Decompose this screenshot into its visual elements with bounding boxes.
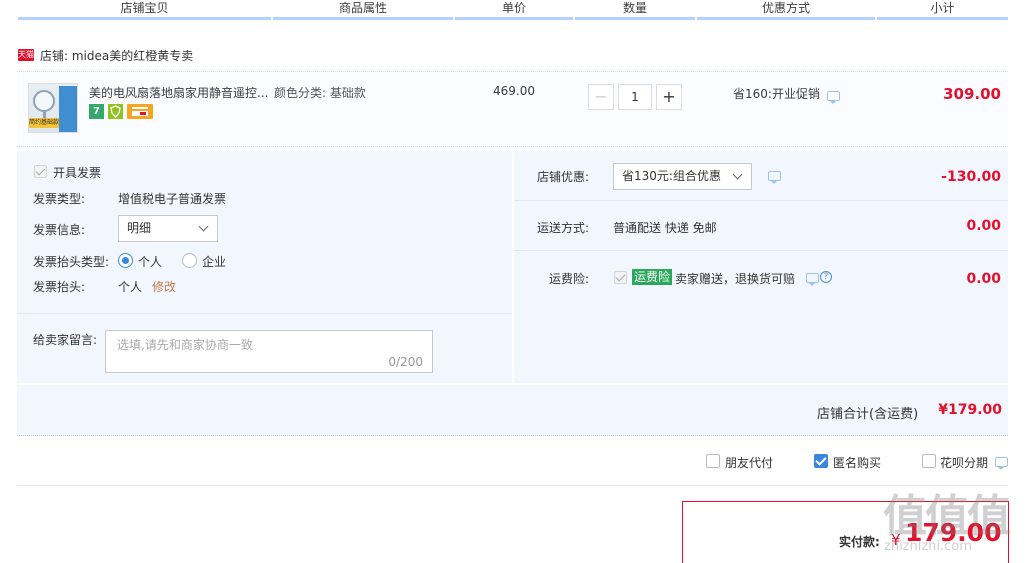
- thumbnail-side-panel: [59, 86, 77, 132]
- qty-plus-button[interactable]: +: [656, 84, 682, 110]
- store-total-label: 店铺合计(含运费): [817, 407, 919, 422]
- item-subtotal: 309.00: [943, 85, 1001, 103]
- shop-discount-select[interactable]: 省130元:组合优惠: [613, 163, 752, 190]
- column-header-quantity: 数量: [575, 0, 695, 20]
- column-header-item: 店铺宝贝: [18, 0, 271, 20]
- column-header-subtotal: 小计: [877, 0, 1008, 20]
- product-title-link[interactable]: 美的电风扇落地扇家用静音遥控...: [89, 84, 269, 101]
- shop-discount-amount: -130.00: [941, 169, 1001, 185]
- qty-minus-button[interactable]: −: [588, 84, 614, 110]
- chevron-down-icon: [198, 221, 209, 232]
- seven-day-return-icon[interactable]: 7: [89, 104, 104, 119]
- huabei-checkbox[interactable]: [922, 454, 936, 468]
- item-row: [17, 71, 1008, 147]
- freight-insurance-amount: 0.00: [966, 271, 1001, 287]
- watermark-url: zhizhizhi.com: [884, 539, 972, 554]
- watermark-logo: 值值值: [883, 491, 1011, 542]
- guarantee-shield-icon[interactable]: [108, 104, 123, 119]
- divider: [17, 485, 1008, 486]
- product-attribute: 颜色分类: 基础款: [274, 86, 366, 100]
- message-counter: 0/200: [388, 355, 423, 369]
- freight-insurance-checkbox[interactable]: [614, 271, 627, 284]
- quantity-stepper: − 1 +: [588, 84, 682, 110]
- invoice-type-value: 增值税电子普通发票: [118, 192, 227, 206]
- shipping-value: 普通配送 快递 免邮: [613, 221, 717, 235]
- column-header-price: 单价: [455, 0, 573, 20]
- shop-discount-value: 省130元:组合优惠: [622, 169, 721, 183]
- radio-personal-label[interactable]: 个人: [138, 253, 162, 270]
- divider: [514, 250, 1008, 251]
- invoice-checkbox[interactable]: [34, 165, 47, 178]
- tmall-badge-icon: 天猫: [18, 49, 34, 61]
- item-discount: 省160:开业促销: [733, 87, 820, 101]
- invoice-header-value: 个人: [118, 280, 143, 294]
- anonymous-checkbox[interactable]: [814, 454, 828, 468]
- unit-price: 469.00: [493, 84, 535, 98]
- radio-personal[interactable]: [118, 253, 133, 268]
- divider: [17, 313, 512, 314]
- message-icon[interactable]: [827, 91, 840, 104]
- shop-discount-label: 店铺优惠:: [537, 170, 590, 184]
- freight-insurance-label: 运费险:: [549, 272, 590, 286]
- freight-insurance-desc: 卖家赠送，退换货可赔: [675, 272, 796, 286]
- friend-pay-label[interactable]: 朋友代付: [725, 454, 773, 471]
- freight-insurance-tag: 运费险: [632, 269, 673, 285]
- huabei-label[interactable]: 花呗分期: [940, 454, 988, 471]
- message-label: 给卖家留言:: [33, 333, 98, 347]
- thumbnail-label: 简约基础款: [29, 118, 60, 128]
- radio-company[interactable]: [182, 253, 197, 268]
- invoice-info-select[interactable]: 明细: [118, 215, 218, 242]
- store-name[interactable]: 店铺: midea美的红橙黄专卖: [40, 47, 193, 64]
- invoice-toggle-label: 开具发票: [53, 166, 102, 180]
- qty-input[interactable]: 1: [618, 84, 652, 110]
- help-icon[interactable]: ?: [820, 271, 832, 283]
- radio-company-label[interactable]: 企业: [202, 253, 226, 270]
- invoice-header-type-label: 发票抬头类型:: [33, 255, 110, 269]
- store-total-amount: ¥179.00: [938, 402, 1002, 418]
- fan-image-icon: [33, 90, 55, 112]
- message-textarea[interactable]: 选填,请先和商家协商一致 0/200: [105, 330, 433, 373]
- invoice-header-label: 发票抬头:: [33, 280, 86, 294]
- anonymous-label[interactable]: 匿名购买: [833, 454, 881, 471]
- invoice-info-value: 明细: [127, 221, 152, 235]
- message-icon[interactable]: [768, 171, 781, 184]
- shipping-label: 运送方式:: [537, 221, 590, 235]
- invoice-type-label: 发票类型:: [33, 192, 86, 206]
- divider: [514, 200, 1008, 201]
- payment-label: 实付款:: [839, 535, 880, 549]
- order-options-panel: [514, 151, 1008, 383]
- message-icon[interactable]: [806, 273, 819, 286]
- message-placeholder: 选填,请先和商家协商一致: [117, 338, 253, 352]
- product-thumbnail[interactable]: 简约基础款: [28, 83, 78, 133]
- invoice-info-label: 发票信息:: [33, 223, 86, 237]
- friend-pay-checkbox[interactable]: [706, 454, 720, 468]
- chevron-down-icon: [732, 169, 743, 180]
- invoice-edit-link[interactable]: 修改: [152, 278, 176, 295]
- shipping-amount: 0.00: [966, 218, 1001, 234]
- message-icon[interactable]: [995, 457, 1008, 470]
- column-header-discount: 优惠方式: [697, 0, 875, 20]
- column-header-attribute: 商品属性: [273, 0, 453, 20]
- credit-card-icon[interactable]: [127, 104, 153, 119]
